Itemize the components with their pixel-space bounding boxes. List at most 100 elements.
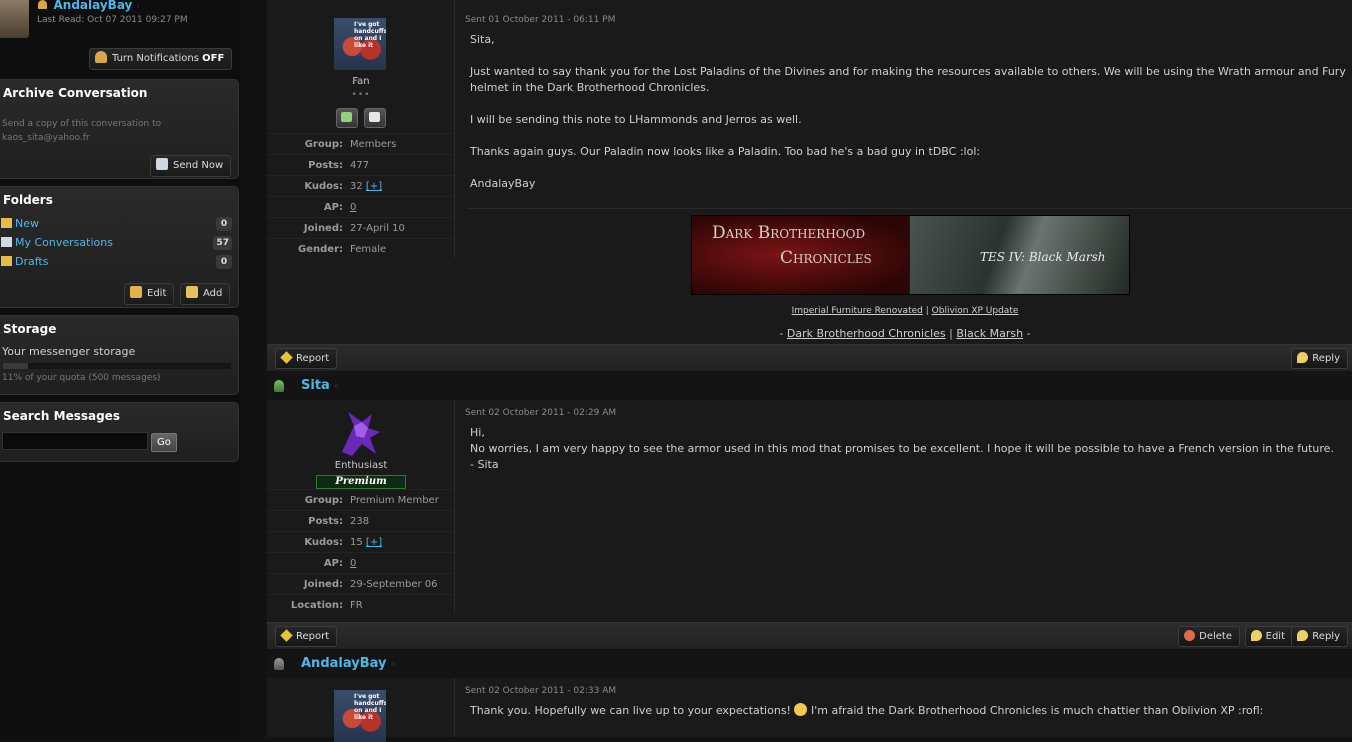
sent-date: Sent 02 October 2011 - 02:33 AM	[465, 686, 617, 696]
folder-label[interactable]: My Conversations	[15, 236, 113, 249]
message-actions: Report Delete Edit Reply	[267, 622, 1352, 650]
sidebar: AndalayBay ◦ Last Read: Oct 07 2011 09:2…	[0, 0, 240, 737]
edit-button[interactable]: Edit	[1244, 626, 1293, 647]
author-row: AndalayBay ◦	[267, 650, 1352, 678]
signature-banner[interactable]: Dark Brotherhood Chronicles TES IV: Black…	[691, 215, 1130, 295]
document-icon	[156, 158, 168, 170]
folder-count: 0	[216, 217, 232, 231]
search-input[interactable]	[2, 432, 148, 450]
user-rank: Fan	[352, 76, 370, 87]
last-read: Last Read: Oct 07 2011 09:27 PM	[37, 15, 188, 25]
folder-my-conversations[interactable]: My Conversations 57	[0, 234, 232, 252]
body-paragraph: I will be sending this note to LHammonds…	[470, 113, 802, 126]
avatar-caption: I've got handcuffs on and I like it	[354, 21, 386, 49]
user-icon	[274, 658, 284, 670]
premium-badge: Premium	[316, 475, 406, 489]
info-joined: Joined: 27-April 10	[267, 217, 455, 239]
message-body: Thank you. Hopefully we can live up to y…	[470, 703, 1350, 719]
edit-label: Edit	[1265, 631, 1285, 642]
sig-link-black-marsh[interactable]: Black Marsh	[956, 327, 1023, 340]
report-label: Report	[296, 631, 330, 642]
info-key: Group:	[304, 139, 343, 150]
user-rank: Enthusiast	[334, 460, 388, 471]
info-key: Group:	[304, 495, 343, 506]
info-key: Kudos:	[304, 537, 343, 548]
info-key: Kudos:	[304, 181, 343, 192]
sig-link-imperial-furniture[interactable]: Imperial Furniture Renovated	[792, 306, 923, 316]
report-button[interactable]: Report	[275, 348, 338, 369]
folder-label[interactable]: Drafts	[15, 255, 48, 268]
add-icon	[186, 286, 198, 298]
body-line: - Sita	[470, 458, 499, 471]
archive-panel: Archive Conversation Send a copy of this…	[0, 79, 239, 179]
folder-icon	[1, 218, 12, 228]
banner-title-line2: Chronicles	[780, 248, 872, 268]
online-dot-icon: ◦	[390, 660, 396, 669]
sig-link-dbc[interactable]: Dark Brotherhood Chronicles	[787, 327, 946, 340]
storage-label: Your messenger storage	[2, 345, 136, 358]
mail-icon	[1, 237, 12, 247]
report-button[interactable]: Report	[275, 626, 338, 647]
folder-icon	[1, 256, 12, 266]
info-value: 238	[350, 516, 370, 527]
conversation-thread: I've got handcuffs on and I like it Fan …	[267, 0, 1352, 742]
add-friend-button[interactable]	[336, 108, 358, 128]
header-avatar[interactable]	[0, 0, 29, 38]
folder-new[interactable]: New 0	[0, 215, 232, 233]
info-key: AP:	[323, 558, 343, 569]
info-value: 27-April 10	[350, 223, 405, 234]
message-body: Sita, Just wanted to say thank you for t…	[470, 32, 1350, 192]
signature-divider	[467, 208, 1352, 209]
info-group: Group: Members	[267, 133, 455, 155]
sig-dash: -	[779, 327, 784, 340]
author-name[interactable]: AndalayBay	[301, 656, 386, 671]
avatar[interactable]	[334, 408, 386, 458]
info-key: Posts:	[308, 516, 343, 527]
turn-notifications-off-button[interactable]: Turn Notifications OFF	[89, 48, 233, 70]
edit-folders-label: Edit	[147, 288, 167, 299]
info-value: FR	[350, 600, 363, 611]
info-value: Premium Member	[350, 495, 439, 506]
send-now-button[interactable]: Send Now	[150, 155, 232, 177]
warning-icon	[280, 351, 293, 364]
add-folder-button[interactable]: Add	[180, 283, 231, 305]
folder-label[interactable]: New	[15, 217, 39, 230]
body-line: No worries, I am very happy to see the a…	[470, 442, 1334, 455]
send-message-button[interactable]	[364, 108, 386, 128]
sig-link-oblivion-xp[interactable]: Oblivion XP Update	[932, 306, 1019, 316]
reply-button[interactable]: Reply	[1291, 348, 1348, 369]
envelope-icon	[369, 112, 380, 122]
user-icon	[274, 380, 284, 392]
reply-button[interactable]: Reply	[1291, 626, 1348, 647]
author-name[interactable]: Sita	[301, 378, 330, 393]
info-kudos: Kudos: 32 [+]	[267, 175, 455, 197]
give-kudos-link[interactable]: [+]	[366, 181, 382, 192]
info-posts: Posts: 238	[267, 510, 455, 532]
info-value[interactable]: 0	[350, 197, 356, 218]
avatar[interactable]: I've got handcuffs on and I like it	[334, 690, 386, 742]
go-button[interactable]: Go	[151, 433, 177, 452]
info-key: Joined:	[303, 579, 343, 590]
report-label: Report	[296, 353, 330, 364]
info-value[interactable]: 0	[350, 553, 356, 574]
message-body: Hi, No worries, I am very happy to see t…	[470, 425, 1350, 473]
signature-links-1: Imperial Furniture Renovated | Oblivion …	[465, 306, 1345, 316]
avatar[interactable]: I've got handcuffs on and I like it	[334, 18, 386, 70]
edit-folders-button[interactable]: Edit	[124, 283, 175, 305]
info-kudos: Kudos: 15 [+]	[267, 531, 455, 553]
header-username[interactable]: AndalayBay	[54, 0, 133, 12]
search-title: Search Messages	[3, 409, 120, 423]
delete-button[interactable]: Delete	[1178, 626, 1240, 647]
banner-subtitle: TES IV: Black Marsh	[980, 250, 1106, 264]
signature-links-2: - Dark Brotherhood Chronicles | Black Ma…	[465, 327, 1345, 340]
give-kudos-link[interactable]: [+]	[366, 537, 382, 548]
folders-panel: Folders New 0 My Conversations 57 Drafts…	[0, 186, 239, 308]
notifications-state: OFF	[202, 53, 225, 64]
folder-drafts[interactable]: Drafts 0	[0, 253, 232, 271]
speech-bubble-icon	[1297, 630, 1309, 641]
archive-description: Send a copy of this conversation to kaos…	[2, 119, 162, 143]
storage-quota: 11% of your quota (500 messages)	[2, 373, 161, 383]
body-line: Hi,	[470, 426, 485, 439]
info-location: Location: FR	[267, 594, 455, 616]
reply-label: Reply	[1312, 353, 1340, 364]
